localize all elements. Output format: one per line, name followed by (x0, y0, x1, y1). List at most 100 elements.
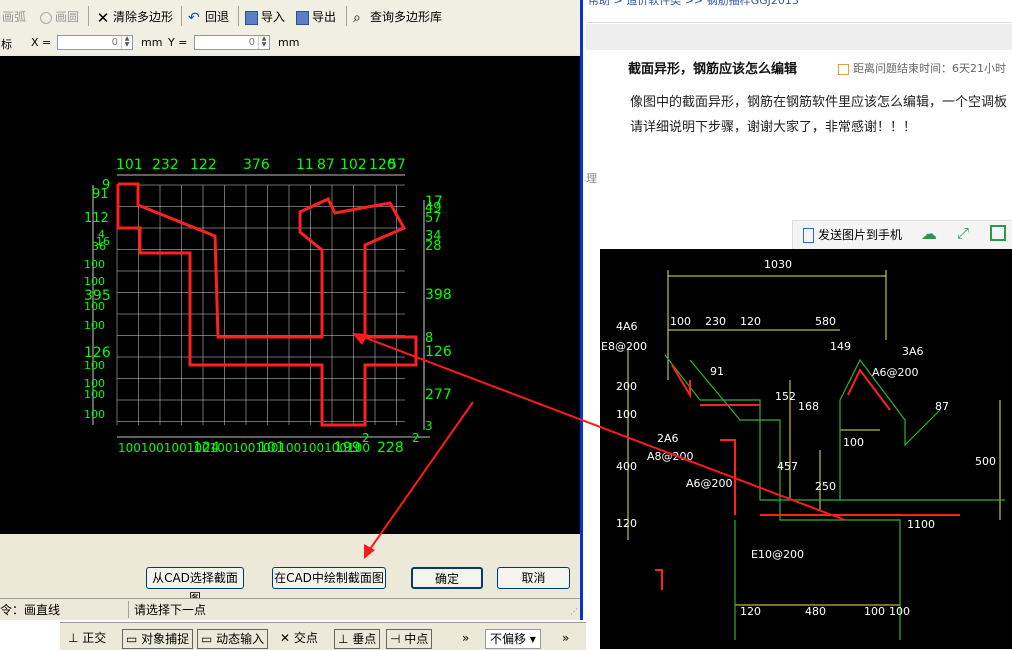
send-to-phone-button[interactable]: 发送图片到手机 (803, 226, 902, 243)
left-dimension-label: 100 (84, 275, 105, 288)
cad-labels: 1030 100 230 120 580 149 3A6 A6@200 4A6 E8@200 91 1… (601, 258, 996, 618)
bottom-dimension-label: 100100100100100100100100100100100 (118, 441, 370, 455)
bottom-dimension-label: 199 (334, 440, 361, 456)
arc-label: 画弧 (2, 10, 27, 24)
cad-dimension-label: E8@200 (601, 340, 647, 353)
section-editor-dialog: 画弧 画圆 ✕ 清除多边形 ↶ 回退 导入 导出 ⌕ 查询多边形库 标 X = 0 ▲… (0, 0, 583, 620)
undo-icon: ↶ (188, 9, 200, 26)
top-dimension-label: 122 (190, 157, 217, 173)
ortho-toggle[interactable]: ⊥ 正交 (68, 629, 106, 647)
section-polygon (116, 182, 418, 427)
circle-icon (40, 11, 52, 24)
y-spinner[interactable]: ▲ ▼ (258, 36, 269, 49)
left-dimension-label: 100 (84, 408, 105, 421)
dynamic-input-label: 动态输入 (216, 632, 265, 646)
bottom-dimension-label: 101 (258, 440, 285, 456)
right-dimension-label: 57 (425, 211, 442, 226)
cad-dimension-label: 3A6 (902, 345, 924, 358)
undo-button[interactable]: ↶ 回退 (188, 8, 229, 26)
y-coordinate-input[interactable]: 0 ▲ ▼ (194, 35, 270, 50)
offset-select[interactable]: 不偏移 ▾ (485, 629, 541, 649)
y-value: 0 (248, 37, 255, 48)
x-coordinate-input[interactable]: 0 ▲ ▼ (57, 35, 133, 50)
clock-icon (838, 63, 849, 75)
top-dimension-label: 102 (340, 157, 367, 173)
top-dimension-label: 376 (243, 157, 270, 173)
ok-button[interactable]: 确定 (411, 567, 483, 589)
cad-dimension-label: 100 (889, 605, 910, 618)
dynamic-input-toggle[interactable]: ▭ 动态输入 (197, 629, 269, 649)
side-text: 理 (586, 172, 597, 185)
cad-status-toolbar: ⊥ 正交 ▭ 对象捕捉 ▭ 动态输入 ✕ 交点 ⊥ 垂点 ⊣ 中点 » 不偏移 … (60, 622, 586, 650)
clear-polygon-button[interactable]: ✕ 清除多边形 (96, 8, 173, 26)
midpoint-snap[interactable]: ⊣ 中点 (386, 629, 433, 649)
phone-icon (803, 228, 814, 243)
draw-in-cad-label: 在CAD中绘制截面图 (274, 571, 384, 585)
intersect-label: 交点 (293, 631, 318, 645)
cad-dimension-label: 250 (815, 480, 836, 493)
export-label: 导出 (312, 10, 337, 24)
toolbar: 画弧 画圆 ✕ 清除多边形 ↶ 回退 导入 导出 ⌕ 查询多边形库 (0, 0, 580, 33)
drawing-canvas[interactable]: 101 232 122 376 11 87 102 120 57 9 91 112 4 16 36 100 10… (0, 56, 580, 534)
cad-dimension-label: 200 (616, 380, 637, 393)
cad-dimension-label: 480 (805, 605, 826, 618)
circle-button[interactable]: 画圆 (40, 8, 79, 26)
x-label: X = (31, 36, 52, 49)
page-band (586, 24, 1012, 50)
fullscreen-icon[interactable]: ⤢ (957, 224, 969, 242)
import-icon (245, 10, 258, 25)
x-value: 0 (111, 37, 118, 48)
import-label: 导入 (261, 10, 286, 24)
top-dimension-label: 87 (317, 157, 335, 173)
chevron-down-icon: ▾ (529, 632, 536, 646)
right-dimension-label: 126 (425, 344, 452, 360)
left-dimension-label: 91 (92, 187, 109, 202)
ok-label: 确定 (434, 572, 459, 586)
top-dimension-label: 57 (388, 157, 406, 173)
resize-grip-icon[interactable]: ⋰ (570, 607, 578, 616)
top-dimension-label: 11 (296, 157, 314, 173)
toolbar-separator (346, 6, 347, 26)
breadcrumb[interactable]: 帮助 > 造价软件类 >> 钢筋抽样GGJ2013 (588, 0, 799, 8)
osnap-toggle[interactable]: ▭ 对象捕捉 (122, 629, 194, 649)
right-dimension-label: 277 (425, 387, 452, 403)
cad-dimension-label: 2A6 (657, 432, 679, 445)
cad-dimension-label: A6@200 (872, 366, 919, 379)
cad-dimension-label: 120 (740, 315, 761, 328)
perpendicular-snap[interactable]: ⊥ 垂点 (334, 629, 381, 649)
import-button[interactable]: 导入 (245, 8, 285, 26)
status-bar: 令：画直线 请选择下一点 ⋰ (0, 598, 580, 619)
cancel-button[interactable]: 取消 (497, 567, 570, 589)
cad-dimension-label: A6@200 (686, 477, 733, 490)
cloud-icon[interactable]: ☁ (921, 224, 937, 243)
draw-in-cad-button[interactable]: 在CAD中绘制截面图 (272, 567, 386, 589)
arc-button[interactable]: 画弧 (2, 8, 26, 26)
select-from-cad-button[interactable]: 从CAD选择截面图 (146, 567, 244, 605)
right-dimension-label: 28 (425, 239, 442, 254)
close-icon: ✕ (96, 8, 110, 27)
cad-dimension-label: 100 (670, 315, 691, 328)
right-dimension-label: 398 (425, 287, 452, 303)
left-dimension-label: 100 (84, 359, 105, 372)
export-button[interactable]: 导出 (296, 8, 336, 26)
toolbar-separator (181, 6, 182, 26)
intersect-snap[interactable]: ✕ 交点 (280, 629, 318, 647)
x-spinner[interactable]: ▲ ▼ (121, 36, 132, 49)
cad-dimension-label: 120 (740, 605, 761, 618)
more-button-2[interactable]: » (562, 629, 569, 647)
send-to-phone-label: 发送图片到手机 (818, 228, 903, 242)
toolbar-separator (88, 6, 89, 26)
export-icon (296, 10, 309, 25)
left-dimension-label: 100 (84, 319, 105, 332)
section-drawing: 101 232 122 376 11 87 102 120579911124163610010… (84, 157, 452, 456)
left-dimension-label: 100 (84, 388, 105, 401)
query-library-button[interactable]: ⌕ 查询多边形库 (353, 8, 442, 26)
cad-dimension-label: 4A6 (616, 320, 638, 333)
save-icon[interactable] (990, 225, 1006, 241)
cad-dimension-label: 91 (710, 365, 724, 378)
more-button[interactable]: » (462, 629, 469, 647)
breadcrumb-bar: 帮助 > 造价软件类 >> 钢筋抽样GGJ2013 (586, 0, 1012, 23)
cad-dimension-label: 1030 (764, 258, 792, 271)
command-text: 令：画直线 (0, 601, 129, 618)
bottom-dimension-label: 2 (412, 431, 420, 445)
